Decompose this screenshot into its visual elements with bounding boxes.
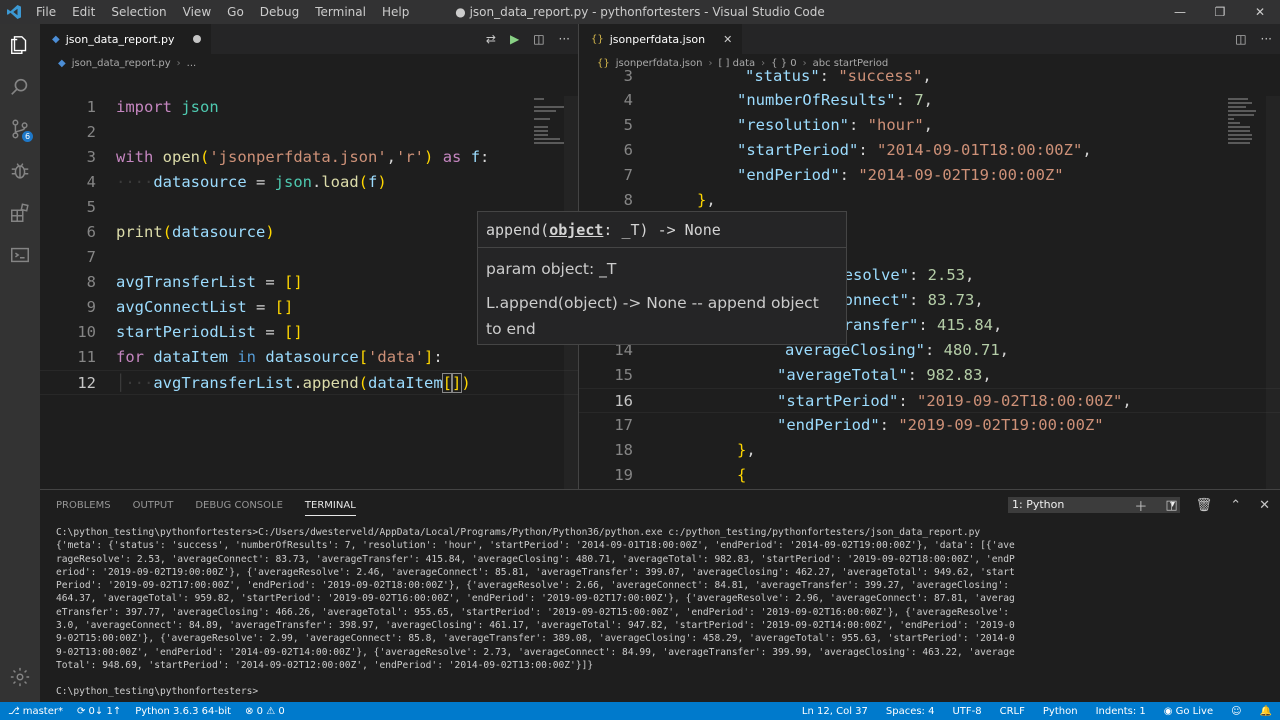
debug-icon[interactable] [0, 150, 40, 192]
cursor-position[interactable]: Ln 12, Col 37 [802, 706, 868, 717]
code-line-current: 12 │···avgTransferList.append(dataItem[]) [40, 370, 578, 395]
terminal-line: C:\python_testing\pythonfortesters>C:/Us… [56, 527, 981, 538]
tab-debug-console[interactable]: DEBUG CONSOLE [195, 500, 283, 511]
bottom-panel: PROBLEMS OUTPUT DEBUG CONSOLE TERMINAL 1… [40, 489, 1280, 702]
git-branch[interactable]: ⎇ master* [8, 706, 63, 717]
hover-tooltip: append(object: _T) -> None param object:… [477, 211, 847, 345]
terminal-prompt: C:\python_testing\pythonfortesters> [56, 686, 259, 698]
menu-view[interactable]: View [175, 0, 219, 24]
terminal-line: eriod': '2019-09-02T19:00:00Z'}, {'avera… [56, 566, 1015, 578]
terminal-line: {'meta': {'status': 'success', 'numberOf… [56, 540, 1015, 552]
feedback-icon[interactable]: ☺ [1231, 706, 1241, 717]
terminal-line: 464.37, 'averageTotal': 959.82, 'startPe… [56, 593, 1015, 605]
terminal-line: rageResolve': 2.53, 'averageConnect': 83… [56, 553, 1015, 565]
minimap-right[interactable] [1228, 96, 1264, 236]
vertical-scrollbar-right[interactable] [1266, 96, 1280, 489]
json-file-icon: {} [591, 33, 604, 45]
error-icon: ⊗ [245, 705, 257, 717]
maximize-panel-icon[interactable]: ⌃ [1230, 498, 1241, 513]
split-editor-icon[interactable]: ◫ [1235, 32, 1246, 46]
branch-icon: ⎇ [8, 705, 23, 717]
tab-output[interactable]: OUTPUT [133, 500, 174, 511]
breadcrumb-more[interactable]: ... [187, 58, 197, 69]
python-interpreter[interactable]: Python 3.6.3 64-bit [135, 706, 231, 717]
open-changes-icon[interactable]: ⇄ [486, 32, 496, 46]
hover-param-highlight: object [549, 221, 604, 239]
editor-tabs: ◆ json_data_report.py ⇄ ▶ ◫ ··· [40, 24, 578, 54]
menu-debug[interactable]: Debug [252, 0, 307, 24]
breadcrumb-separator-icon: › [176, 57, 181, 69]
terminal-line: 3.0, 'averageConnect': 84.89, 'averageTr… [56, 620, 1015, 632]
notifications-icon[interactable]: 🔔 [1260, 706, 1272, 717]
terminal-output[interactable]: C:\python_testing\pythonfortesters>C:/Us… [56, 526, 1260, 699]
terminal-line: Total': 948.69, 'startPeriod': '2014-09-… [56, 659, 594, 671]
end-of-line[interactable]: CRLF [1000, 706, 1025, 717]
editor-tabs-right: {} jsonperfdata.json ✕ ◫ ··· [579, 24, 1280, 54]
new-terminal-icon[interactable]: ＋ [1134, 496, 1147, 515]
more-actions-icon[interactable]: ··· [559, 32, 570, 46]
menu-go[interactable]: Go [219, 0, 252, 24]
split-editor-icon[interactable]: ◫ [533, 32, 544, 46]
tab-jsonperfdata[interactable]: {} jsonperfdata.json ✕ [579, 24, 743, 54]
breadcrumb-file[interactable]: json_data_report.py [72, 58, 171, 69]
close-panel-icon[interactable]: ✕ [1259, 498, 1270, 513]
terminal-line: Period': '2019-09-02T17:00:00Z', 'endPer… [56, 580, 1010, 592]
sync-icon: ⟳ [76, 705, 89, 717]
tab-label-right: jsonperfdata.json [609, 32, 706, 46]
activity-bar [0, 24, 40, 702]
breadcrumb-separator-icon: › [708, 57, 713, 69]
menu-selection[interactable]: Selection [103, 0, 174, 24]
menu-file[interactable]: File [28, 0, 64, 24]
split-terminal-icon[interactable]: ◫ [1165, 498, 1177, 513]
python-file-icon: ◆ [58, 57, 66, 69]
tab-label: json_data_report.py [65, 32, 175, 46]
menu-edit[interactable]: Edit [64, 0, 103, 24]
warning-icon: ⚠ [266, 705, 279, 717]
language-mode[interactable]: Python [1043, 706, 1078, 717]
settings-gear-icon[interactable] [0, 656, 40, 698]
restore-button[interactable]: ❐ [1200, 0, 1240, 24]
tab-json-data-report[interactable]: ◆ json_data_report.py [40, 24, 211, 54]
explorer-icon[interactable] [0, 24, 40, 66]
tab-problems[interactable]: PROBLEMS [56, 500, 111, 511]
menu-terminal[interactable]: Terminal [307, 0, 374, 24]
tab-terminal[interactable]: TERMINAL [304, 495, 356, 516]
python-file-icon: ◆ [52, 33, 60, 45]
hover-doc: L.append(object) -> None -- append objec… [486, 294, 819, 338]
terminal-line: 9-02T13:00:00Z', 'endPeriod': '2014-09-0… [56, 646, 1015, 658]
encoding[interactable]: UTF-8 [952, 706, 981, 717]
sync-status[interactable]: ⟳ 0↓ 1↑ [77, 706, 121, 717]
hover-param-doc: param object: _T [486, 260, 617, 278]
extensions-icon[interactable] [0, 192, 40, 234]
menu-bar: File Edit Selection View Go Debug Termin… [28, 0, 417, 24]
code-line-current: 16 "startPeriod": "2019-09-02T18:00:00Z", [579, 388, 1280, 413]
breadcrumb: ◆ json_data_report.py › ... [40, 54, 578, 72]
broadcast-icon: ◉ [1163, 705, 1176, 717]
indents[interactable]: Indents: 1 [1096, 706, 1146, 717]
more-actions-icon[interactable]: ··· [1261, 32, 1272, 46]
indentation[interactable]: Spaces: 4 [886, 706, 935, 717]
title-bar: File Edit Selection View Go Debug Termin… [0, 0, 1280, 24]
menu-help[interactable]: Help [374, 0, 417, 24]
terminal-line: 9-02T15:00:00Z'}, {'averageResolve': 2.9… [56, 633, 1015, 645]
run-file-icon[interactable]: ▶ [510, 32, 519, 46]
hover-signature: append(object: _T) -> None [478, 212, 846, 248]
unsaved-dot-icon[interactable] [192, 35, 201, 43]
source-control-icon[interactable] [0, 108, 40, 150]
kill-terminal-icon[interactable]: 🗑 [1196, 498, 1213, 513]
close-tab-icon[interactable]: ✕ [723, 33, 732, 46]
vscode-logo-icon [0, 0, 28, 24]
go-live[interactable]: ◉ Go Live [1164, 706, 1213, 717]
problems-count[interactable]: ⊗ 0 ⚠ 0 [245, 706, 285, 717]
status-bar: ⎇ master* ⟳ 0↓ 1↑ Python 3.6.3 64-bit ⊗ … [0, 702, 1280, 720]
terminal-line: eTransfer': 397.77, 'averageClosing': 46… [56, 606, 1010, 618]
search-icon[interactable] [0, 66, 40, 108]
close-window-button[interactable]: ✕ [1240, 0, 1280, 24]
remote-explorer-icon[interactable] [0, 234, 40, 276]
minimize-button[interactable]: — [1160, 0, 1200, 24]
